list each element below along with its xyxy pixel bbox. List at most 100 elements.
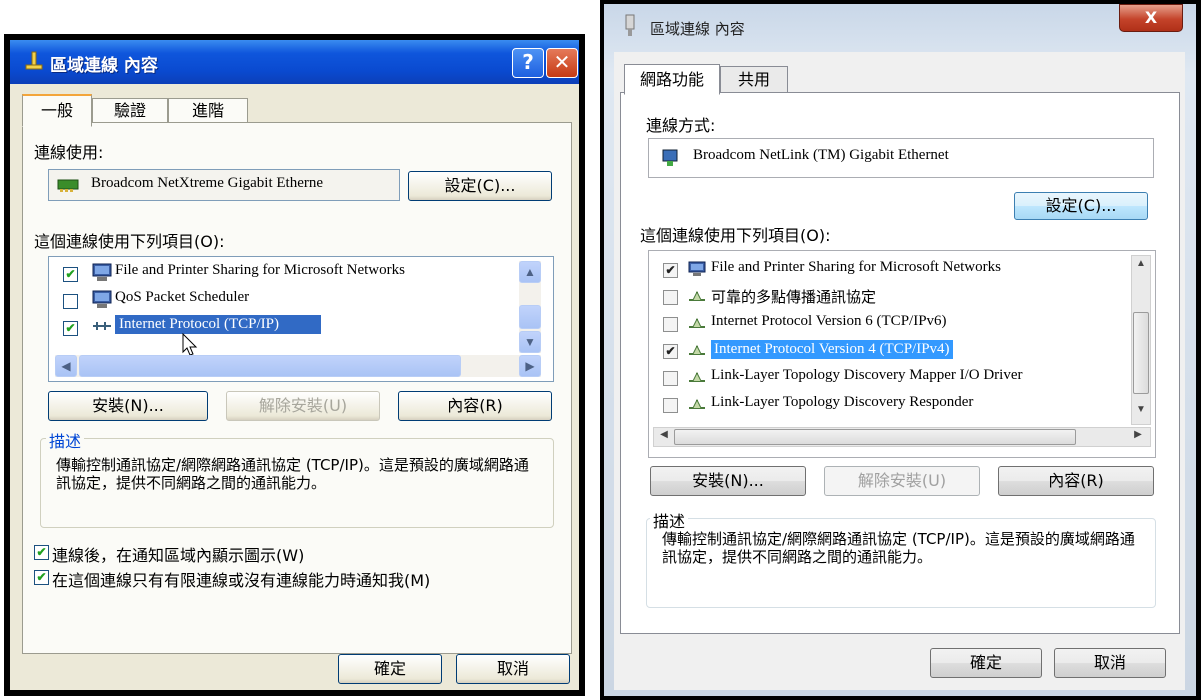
list-item[interactable]: Link-Layer Topology Discovery Responder (711, 394, 973, 411)
tab-sharing-label: 共用 (737, 70, 770, 89)
scroll-h-thumb[interactable] (674, 429, 1076, 445)
network-adapter-icon (662, 149, 678, 166)
vista-dialog: 區域連線 內容 X 網路功能 共用 連線方式: Broadcom NetLink… (600, 0, 1201, 700)
horizontal-scrollbar[interactable]: ◀ ▶ (653, 427, 1151, 447)
tab-networking-label: 網路功能 (639, 70, 704, 89)
scroll-right-button[interactable]: ▶ (1130, 429, 1146, 445)
uninstall-button-label: 解除安裝(U) (857, 471, 947, 490)
protocol-icon (689, 371, 705, 382)
install-button[interactable]: 安裝(N)... (48, 391, 208, 421)
tab-authentication-label: 驗證 (113, 101, 146, 120)
scroll-left-button[interactable]: ◀ (55, 355, 77, 377)
show-icon-label[interactable]: 連線後，在通知區域內顯示圖示(W) (52, 542, 304, 566)
item-checkbox[interactable]: ✔ (63, 267, 78, 282)
scroll-left-button[interactable]: ◀ (656, 429, 672, 445)
horizontal-scrollbar[interactable]: ◀ ▶ (55, 355, 541, 377)
adapter-field: Broadcom NetXtreme Gigabit Etherne (48, 169, 400, 201)
scroll-right-button[interactable]: ▶ (519, 355, 541, 377)
items-list: ✔ File and Printer Sharing for Microsoft… (48, 256, 554, 382)
scroll-down-button[interactable]: ▼ (519, 331, 541, 353)
item-checkbox[interactable] (663, 398, 678, 413)
scroll-up-button[interactable]: ▲ (1132, 258, 1150, 274)
tab-general-label: 一般 (40, 101, 73, 120)
items-label: 這個連線使用下列項目(O): (640, 226, 831, 245)
description-text: 傳輸控制通訊協定/網際網路通訊協定 (TCP/IP)。這是預設的廣域網路通訊協定… (56, 456, 529, 492)
configure-button-label: 設定(C)... (1045, 196, 1117, 215)
items-label: 這個連線使用下列項目(O): (34, 232, 225, 251)
item-checkbox[interactable]: ✔ (63, 321, 78, 336)
scroll-down-button[interactable]: ▼ (1132, 404, 1150, 420)
tab-advanced[interactable]: 進階 (168, 98, 248, 123)
description-title: 描述 (650, 508, 689, 532)
properties-button[interactable]: 內容(R) (998, 466, 1154, 496)
xp-dialog: 區域連線 內容 ? ✕ 一般 驗證 進階 連線使用: Broadcom NetX… (4, 34, 585, 696)
list-item[interactable]: Link-Layer Topology Discovery Mapper I/O… (711, 367, 1023, 384)
notify-label[interactable]: 在這個連線只有有限連線或沒有連線能力時通知我(M) (52, 567, 430, 591)
install-button[interactable]: 安裝(N)... (650, 466, 806, 496)
scroll-thumb[interactable] (519, 305, 541, 329)
ok-button-label: 確定 (969, 653, 1002, 672)
xp-title: 區域連線 內容 (50, 56, 158, 76)
network-connection-icon (625, 14, 635, 36)
ok-button[interactable]: 確定 (338, 654, 442, 684)
tab-networking[interactable]: 網路功能 (624, 64, 720, 95)
help-button[interactable]: ? (512, 48, 544, 78)
tab-advanced-label: 進階 (191, 101, 224, 120)
tab-sharing[interactable]: 共用 (720, 66, 788, 93)
tab-authentication[interactable]: 驗證 (92, 98, 168, 123)
network-connection-icon (25, 51, 43, 70)
description-text: 傳輸控制通訊協定/網際網路通訊協定 (TCP/IP)。這是預設的廣域網路通訊協定… (662, 530, 1135, 566)
uninstall-button[interactable]: 解除安裝(U) (824, 466, 980, 496)
item-checkbox[interactable]: ✔ (663, 344, 678, 359)
protocol-icon (689, 290, 705, 301)
computer-network-icon (92, 290, 112, 308)
ok-button[interactable]: 確定 (930, 648, 1042, 678)
show-icon-checkbox[interactable]: ✔ (34, 545, 49, 560)
protocol-icon (689, 398, 705, 409)
vertical-scrollbar[interactable]: ▲ ▼ (519, 261, 541, 353)
close-button[interactable]: X (1119, 4, 1183, 32)
list-item[interactable]: File and Printer Sharing for Microsoft N… (711, 259, 1001, 276)
item-checkbox[interactable] (663, 371, 678, 386)
properties-button[interactable]: 內容(R) (398, 391, 552, 421)
configure-button[interactable]: 設定(C)... (408, 171, 552, 201)
cancel-button[interactable]: 取消 (456, 654, 570, 684)
uninstall-button-label: 解除安裝(U) (258, 396, 348, 415)
item-checkbox[interactable] (663, 290, 678, 305)
adapter-name: Broadcom NetLink (TM) Gigabit Ethernet (693, 147, 949, 163)
install-button-label: 安裝(N)... (692, 471, 764, 490)
list-item[interactable]: 可靠的多點傳播通訊協定 (711, 286, 876, 307)
properties-button-label: 內容(R) (447, 396, 503, 415)
mouse-cursor-icon (182, 333, 198, 356)
cancel-button[interactable]: 取消 (1054, 648, 1166, 678)
vista-title: 區域連線 內容 (650, 20, 745, 38)
item-checkbox[interactable] (663, 317, 678, 332)
adapter-field: Broadcom NetLink (TM) Gigabit Ethernet (648, 138, 1154, 178)
description-title: 描述 (46, 428, 85, 452)
configure-button-label: 設定(C)... (444, 176, 516, 195)
uninstall-button[interactable]: 解除安裝(U) (226, 391, 380, 421)
scroll-up-button[interactable]: ▲ (519, 261, 541, 283)
configure-button[interactable]: 設定(C)... (1014, 192, 1148, 220)
properties-button-label: 內容(R) (1048, 471, 1104, 490)
item-checkbox[interactable]: ✔ (663, 263, 678, 278)
xp-titlebar[interactable]: 區域連線 內容 ? ✕ (10, 40, 579, 84)
notify-checkbox[interactable]: ✔ (34, 570, 49, 585)
item-checkbox[interactable]: ✔ (63, 294, 78, 309)
list-item[interactable]: File and Printer Sharing for Microsoft N… (115, 262, 405, 279)
close-button[interactable]: ✕ (546, 48, 578, 78)
scroll-thumb[interactable] (1133, 312, 1149, 394)
list-item[interactable]: QoS Packet Scheduler (115, 289, 249, 306)
cancel-button-label: 取消 (1093, 653, 1126, 672)
list-item[interactable]: Internet Protocol Version 6 (TCP/IPv6) (711, 313, 947, 330)
connect-using-label: 連線使用: (34, 143, 104, 162)
network-adapter-icon (57, 179, 79, 192)
protocol-icon (93, 322, 111, 330)
list-item-selected[interactable]: Internet Protocol (TCP/IP) (115, 315, 321, 334)
vertical-scrollbar[interactable]: ▲ ▼ (1131, 255, 1151, 425)
scroll-h-thumb[interactable] (79, 355, 461, 377)
tab-general[interactable]: 一般 (22, 94, 92, 127)
computer-network-icon (92, 263, 112, 281)
adapter-name: Broadcom NetXtreme Gigabit Etherne (91, 175, 324, 191)
list-item-selected[interactable]: Internet Protocol Version 4 (TCP/IPv4) (711, 340, 953, 359)
